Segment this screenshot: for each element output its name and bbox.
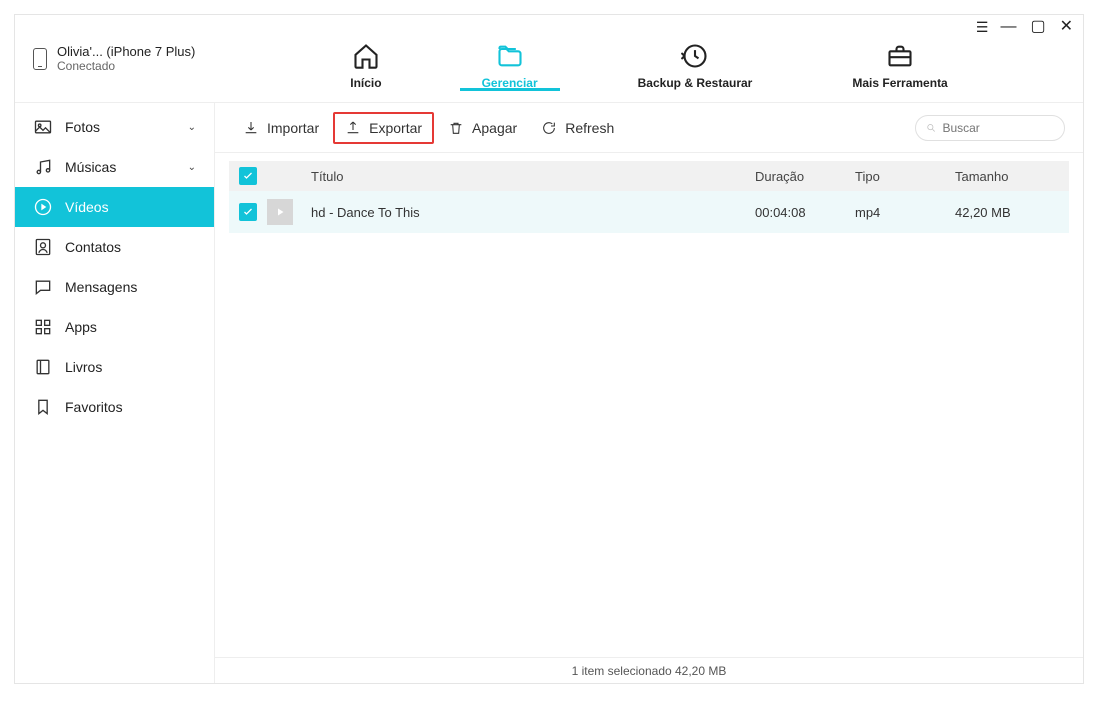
table-row[interactable]: hd - Dance To This 00:04:08 mp4 42,20 MB bbox=[229, 191, 1069, 233]
row-size: 42,20 MB bbox=[955, 205, 1065, 220]
backup-icon bbox=[681, 42, 709, 70]
sidebar-books-label: Livros bbox=[65, 359, 102, 375]
status-text: 1 item selecionado 42,20 MB bbox=[572, 664, 727, 678]
topbar: Olivia'... (iPhone 7 Plus) Conectado Iní… bbox=[15, 15, 1083, 103]
books-icon bbox=[33, 357, 53, 377]
search-icon bbox=[926, 122, 936, 134]
export-label: Exportar bbox=[369, 120, 422, 136]
sidebar-apps-label: Apps bbox=[65, 319, 97, 335]
folder-icon bbox=[496, 42, 524, 70]
photo-icon bbox=[33, 117, 53, 137]
chevron-down-icon: ⌄ bbox=[188, 122, 196, 133]
apps-icon bbox=[33, 317, 53, 337]
music-icon bbox=[33, 157, 53, 177]
trash-icon bbox=[448, 120, 464, 136]
table-header: Título Duração Tipo Tamanho bbox=[229, 161, 1069, 191]
refresh-label: Refresh bbox=[565, 120, 614, 136]
sidebar-item-photos[interactable]: Fotos ⌄ bbox=[15, 107, 214, 147]
sidebar-item-messages[interactable]: Mensagens bbox=[15, 267, 214, 307]
import-label: Importar bbox=[267, 120, 319, 136]
video-table: Título Duração Tipo Tamanho hd - Dance T… bbox=[215, 153, 1083, 657]
refresh-icon bbox=[541, 120, 557, 136]
col-duration[interactable]: Duração bbox=[755, 169, 855, 184]
sidebar-contacts-label: Contatos bbox=[65, 239, 121, 255]
sidebar-item-music[interactable]: Músicas ⌄ bbox=[15, 147, 214, 187]
row-checkbox[interactable] bbox=[239, 203, 257, 221]
sidebar-favs-label: Favoritos bbox=[65, 399, 123, 415]
delete-button[interactable]: Apagar bbox=[438, 114, 527, 142]
row-type: mp4 bbox=[855, 205, 955, 220]
row-title: hd - Dance To This bbox=[303, 205, 755, 220]
home-icon bbox=[352, 42, 380, 70]
select-all-checkbox[interactable] bbox=[239, 167, 257, 185]
delete-label: Apagar bbox=[472, 120, 517, 136]
export-icon bbox=[345, 120, 361, 136]
nav-home[interactable]: Início bbox=[340, 28, 391, 90]
device-status: Conectado bbox=[57, 59, 195, 73]
nav-home-label: Início bbox=[350, 76, 381, 90]
device-name: Olivia'... (iPhone 7 Plus) bbox=[57, 44, 195, 59]
sidebar-messages-label: Mensagens bbox=[65, 279, 137, 295]
device-block: Olivia'... (iPhone 7 Plus) Conectado bbox=[15, 44, 215, 73]
video-icon bbox=[33, 197, 53, 217]
status-bar: 1 item selecionado 42,20 MB bbox=[215, 657, 1083, 683]
nav-manage[interactable]: Gerenciar bbox=[472, 28, 548, 90]
row-duration: 00:04:08 bbox=[755, 205, 855, 220]
nav-tools[interactable]: Mais Ferramenta bbox=[842, 28, 957, 90]
toolbar: Importar Exportar Apagar Refresh bbox=[215, 103, 1083, 153]
chevron-down-icon: ⌄ bbox=[188, 162, 196, 173]
sidebar-item-apps[interactable]: Apps bbox=[15, 307, 214, 347]
nav-tools-label: Mais Ferramenta bbox=[852, 76, 947, 90]
play-button[interactable] bbox=[267, 199, 293, 225]
col-title[interactable]: Título bbox=[303, 169, 755, 184]
phone-icon bbox=[33, 48, 47, 70]
import-button[interactable]: Importar bbox=[233, 114, 329, 142]
sidebar-videos-label: Vídeos bbox=[65, 199, 109, 215]
col-type[interactable]: Tipo bbox=[855, 169, 955, 184]
sidebar: Fotos ⌄ Músicas ⌄ Vídeos Contatos Mensag… bbox=[15, 103, 215, 683]
bookmark-icon bbox=[33, 397, 53, 417]
nav-backup-label: Backup & Restaurar bbox=[638, 76, 753, 90]
search-input[interactable] bbox=[942, 121, 1054, 135]
import-icon bbox=[243, 120, 259, 136]
col-size[interactable]: Tamanho bbox=[955, 169, 1065, 184]
nav-backup[interactable]: Backup & Restaurar bbox=[628, 28, 763, 90]
main-nav: Início Gerenciar Backup & Restaurar Mais… bbox=[215, 28, 1083, 90]
sidebar-item-books[interactable]: Livros bbox=[15, 347, 214, 387]
toolbox-icon bbox=[886, 42, 914, 70]
sidebar-music-label: Músicas bbox=[65, 159, 116, 175]
export-button[interactable]: Exportar bbox=[333, 112, 434, 144]
search-box[interactable] bbox=[915, 115, 1065, 141]
sidebar-item-favorites[interactable]: Favoritos bbox=[15, 387, 214, 427]
refresh-button[interactable]: Refresh bbox=[531, 114, 624, 142]
contacts-icon bbox=[33, 237, 53, 257]
nav-manage-label: Gerenciar bbox=[482, 76, 538, 90]
sidebar-item-contacts[interactable]: Contatos bbox=[15, 227, 214, 267]
messages-icon bbox=[33, 277, 53, 297]
sidebar-photos-label: Fotos bbox=[65, 119, 100, 135]
sidebar-item-videos[interactable]: Vídeos bbox=[15, 187, 214, 227]
